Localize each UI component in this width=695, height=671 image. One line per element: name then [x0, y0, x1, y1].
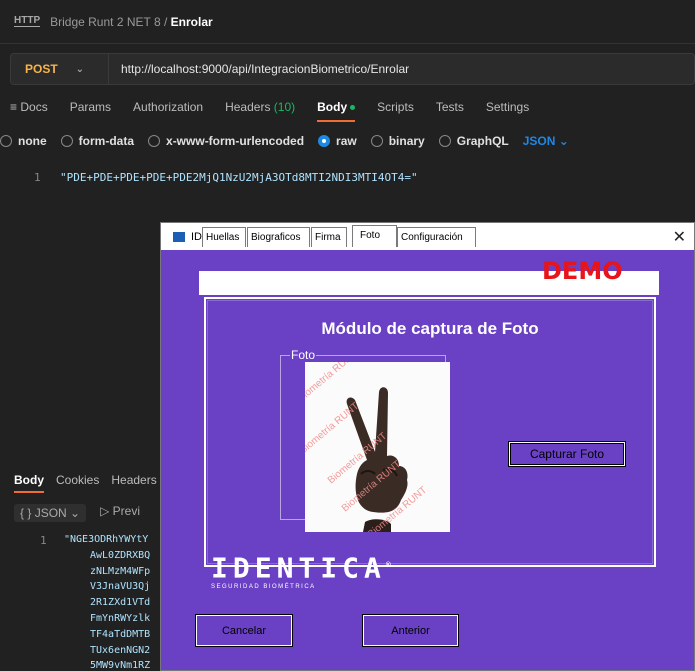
photo-groupbox: Foto Biometría RUNT Biometría RUNT Biome…	[280, 348, 450, 532]
response-preview-button[interactable]: ▷ Previ	[100, 504, 140, 522]
headers-count-badge: (10)	[273, 100, 296, 114]
back-button[interactable]: Anterior	[362, 614, 459, 647]
breadcrumb-request[interactable]: Enrolar	[171, 15, 213, 29]
foto-panel: Módulo de captura de Foto Foto Biometría…	[204, 297, 656, 567]
radio-none[interactable]: none	[0, 134, 47, 148]
identica-tagline: SEGURIDAD BIOMÉTRICA	[211, 584, 316, 590]
response-tab-headers[interactable]: Headers	[111, 473, 156, 493]
response-line: V3JnaVU3Qj	[90, 581, 151, 593]
idrunt-dialog: IDRUNT ✕ Huellas Biograficos Firma Foto …	[160, 222, 695, 671]
response-line-number: 1	[40, 534, 47, 547]
request-body-editor[interactable]: "PDE+PDE+PDE+PDE+PDE2MjQ1NzU2MjA3OTd8MTI…	[60, 171, 418, 184]
chevron-down-icon: ⌄	[75, 63, 85, 75]
request-tabs: ≡ Docs Params Authorization Headers (10)…	[10, 100, 529, 122]
response-format-bar: { } JSON ⌄ ▷ Previ	[14, 504, 140, 522]
cancel-button[interactable]: Cancelar	[195, 614, 293, 647]
response-line: TF4aTdDMTB	[90, 628, 151, 640]
tab-scripts[interactable]: Scripts	[377, 100, 414, 122]
http-icon: HTTP	[14, 15, 41, 27]
breadcrumb-collection[interactable]: Bridge Runt 2 NET 8	[50, 15, 161, 29]
response-line: zNLMzM4WFp	[90, 565, 151, 577]
tab-configuracion[interactable]: Configuración	[397, 227, 476, 247]
demo-label: DEMO	[542, 257, 623, 285]
docs-icon: ≡	[10, 100, 18, 114]
response-tabs: Body Cookies Headers	[14, 473, 157, 493]
module-title: Módulo de captura de Foto	[321, 319, 539, 338]
captured-photo: Biometría RUNT Biometría RUNT Biometría …	[305, 362, 450, 532]
tab-authorization[interactable]: Authorization	[133, 100, 203, 122]
method-value: POST	[25, 62, 58, 76]
response-line: AwL0ZDRXBQ	[90, 549, 151, 561]
breadcrumb-separator: /	[163, 14, 168, 29]
capture-photo-button[interactable]: Capturar Foto	[508, 441, 626, 467]
response-body: "NGE3ODRhYWYtY AwL0ZDRXBQ zNLMzM4WFp V3J…	[64, 532, 151, 671]
tab-biograficos[interactable]: Biograficos	[247, 227, 310, 247]
body-indicator-dot	[350, 105, 356, 111]
photo-group-label: Foto	[290, 348, 317, 362]
tab-huellas[interactable]: Huellas	[202, 227, 246, 247]
radio-urlencoded[interactable]: x-www-form-urlencoded	[148, 134, 304, 148]
app-logo-icon	[173, 231, 185, 242]
tab-foto[interactable]: Foto	[352, 225, 397, 247]
tab-tests[interactable]: Tests	[436, 100, 464, 122]
url-bar: POST ⌄ http://localhost:9000/api/Integra…	[10, 53, 695, 85]
radio-raw[interactable]: raw	[318, 134, 357, 148]
line-number: 1	[34, 171, 41, 184]
response-line: 2R1ZXd1VTd	[90, 597, 151, 609]
response-tab-body[interactable]: Body	[14, 473, 44, 493]
breadcrumb: Bridge Runt 2 NET 8 / Enrolar	[50, 15, 213, 29]
tab-params[interactable]: Params	[70, 100, 111, 122]
response-tab-cookies[interactable]: Cookies	[56, 473, 99, 493]
chevron-down-icon: ⌄	[558, 134, 569, 148]
response-format-select[interactable]: { } JSON ⌄	[14, 504, 87, 522]
tab-body[interactable]: Body	[317, 100, 356, 122]
response-line: 5MW9vNm1RZ	[90, 660, 151, 671]
response-line: FmYnRWYzlk	[90, 612, 151, 624]
tab-docs[interactable]: ≡ Docs	[10, 100, 48, 122]
body-type-options: none form-data x-www-form-urlencoded raw…	[0, 131, 569, 151]
response-line: TUx6enNGN2	[90, 644, 151, 656]
request-header: HTTP Bridge Runt 2 NET 8 / Enrolar	[0, 0, 695, 44]
method-select[interactable]: POST ⌄	[11, 54, 109, 84]
close-icon[interactable]: ✕	[673, 227, 686, 247]
identica-logo: IDENTICA®	[211, 551, 396, 585]
radio-form-data[interactable]: form-data	[60, 134, 134, 148]
body-format-select[interactable]: JSON ⌄	[523, 134, 569, 148]
tab-settings[interactable]: Settings	[486, 100, 529, 122]
radio-binary[interactable]: binary	[370, 134, 425, 148]
tab-firma[interactable]: Firma	[311, 227, 347, 247]
url-input[interactable]: http://localhost:9000/api/IntegracionBio…	[109, 62, 409, 76]
response-line: "NGE3ODRhYWYtY	[64, 534, 149, 545]
radio-graphql[interactable]: GraphQL	[438, 134, 509, 148]
tab-headers[interactable]: Headers (10)	[225, 100, 295, 122]
